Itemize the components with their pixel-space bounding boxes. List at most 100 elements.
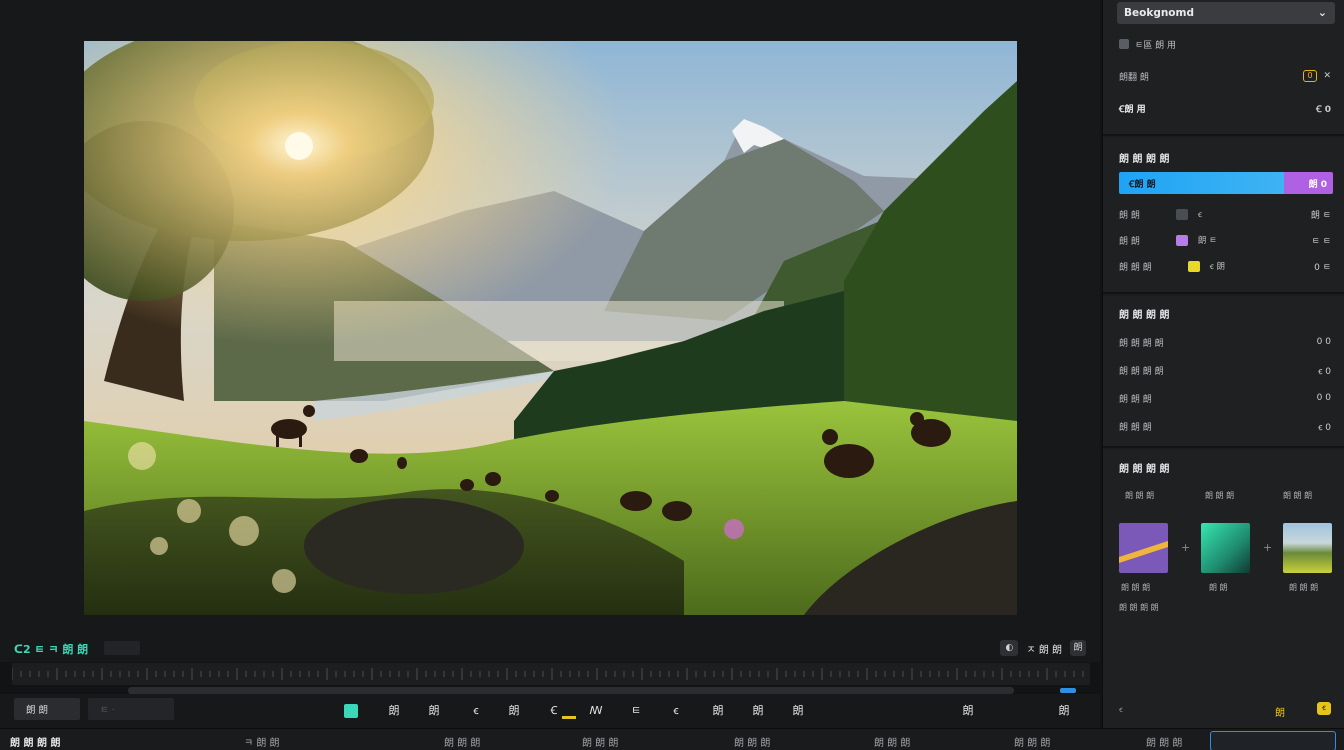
share-icon[interactable]: 朗 bbox=[1054, 702, 1074, 720]
plus-icon: + bbox=[1263, 541, 1273, 554]
tab-1[interactable]: 朗 朗 朗 朗 bbox=[10, 734, 60, 749]
arrow-tool-icon[interactable]: 朗 bbox=[504, 702, 524, 720]
gradient-stop-blue[interactable]: Ꞓ朗 朗 bbox=[1119, 172, 1284, 194]
text-tool-icon[interactable]: ꟿ bbox=[586, 702, 606, 720]
effect-thumb-2[interactable] bbox=[1201, 523, 1250, 573]
adjust-value: 0 0 bbox=[1316, 337, 1331, 347]
left-field-label: 朗 朗 bbox=[26, 705, 49, 716]
pen-tool-icon[interactable]: 朗 bbox=[424, 702, 444, 720]
background-row-1[interactable]: ㅌ區 朗 用 bbox=[1119, 36, 1331, 52]
background-dropdown-label: Beokgnomd bbox=[1124, 7, 1194, 19]
stop-label: 朗 朗 朗 bbox=[1119, 262, 1152, 273]
effects-title: 朗 朗 朗 朗 bbox=[1119, 464, 1170, 475]
effect-thumb-1[interactable] bbox=[1119, 523, 1168, 573]
stop-mid: ꞓ 朗 bbox=[1209, 262, 1226, 272]
tab-6[interactable]: 朗 朗 朗 bbox=[874, 734, 910, 749]
chevron-down-icon: ⌄ bbox=[1317, 6, 1327, 19]
image-canvas[interactable] bbox=[84, 41, 1017, 615]
tab-8[interactable]: 朗 朗 朗 bbox=[1146, 734, 1182, 749]
background-row-label: ㅌ區 朗 用 bbox=[1135, 40, 1177, 51]
select-tool-icon[interactable] bbox=[344, 704, 358, 718]
background-dropdown[interactable]: Beokgnomd ⌄ bbox=[1117, 2, 1335, 24]
timeline-right-extra[interactable]: 朗 bbox=[1070, 640, 1086, 656]
stop-mid: ꞓ bbox=[1197, 209, 1202, 220]
adjust-panel: 朗 朗 朗 朗 朗 朗 朗 朗 0 0 朗 朗 朗 朗 ꞓ 0 朗 朗 朗 0 … bbox=[1103, 296, 1344, 448]
effect-thumb-3[interactable] bbox=[1283, 523, 1332, 573]
gradient-panel: 朗 朗 朗 朗 Ꞓ朗 朗 朗 0 朗 朗 ꞓ 朗 ㅌ 朗 朗 朗 ㅌ ㅌ ㅌ 朗… bbox=[1103, 138, 1344, 294]
settings-icon[interactable]: ◐ bbox=[1000, 640, 1019, 656]
gradient-stop-row[interactable]: 朗 朗 朗 ㅌ ㅌ ㅌ bbox=[1119, 232, 1331, 248]
stop-mid: 朗 ㅌ bbox=[1197, 236, 1217, 246]
gradient-stop-purple[interactable]: 朗 0 bbox=[1284, 172, 1333, 194]
timeline-name[interactable]: ᑕ2 ㅌ ㅋ 朗 朗 bbox=[14, 641, 88, 657]
canvas-workspace bbox=[0, 0, 1100, 662]
effect-header: 朗 朗 朗 bbox=[1205, 491, 1235, 500]
adjust-label: 朗 朗 朗 bbox=[1119, 394, 1152, 405]
effect-header: 朗 朗 朗 bbox=[1283, 491, 1313, 500]
adjust-value: 0 0 bbox=[1316, 393, 1331, 403]
shape-tool-icon[interactable]: 朗 bbox=[748, 702, 768, 720]
stop-value: 朗 ㅌ bbox=[1310, 210, 1331, 221]
link-icon[interactable]: 0 bbox=[1303, 70, 1317, 82]
ruler-ticks bbox=[12, 668, 1084, 680]
gradient-stop-row[interactable]: 朗 朗 ꞓ 朗 ㅌ bbox=[1119, 206, 1331, 222]
adjust-row[interactable]: 朗 朗 朗 朗 ꞓ 0 bbox=[1119, 362, 1331, 378]
brush-tool-icon[interactable]: ㅌ bbox=[626, 702, 646, 720]
layers-tool-icon[interactable]: 朗 bbox=[788, 702, 808, 720]
tab-5[interactable]: 朗 朗 朗 bbox=[734, 734, 770, 749]
stop-label: 朗 朗 bbox=[1119, 236, 1140, 247]
frame-tool-icon[interactable]: ꞓ bbox=[666, 702, 686, 720]
active-tool-indicator bbox=[562, 716, 576, 719]
stop-value: ㅌ ㅌ bbox=[1311, 236, 1331, 247]
tab-2[interactable]: ㅋ 朗 朗 bbox=[244, 734, 280, 749]
timeline-ruler[interactable] bbox=[12, 663, 1090, 685]
background-row-label: 朗翻 朗 bbox=[1119, 72, 1149, 83]
adjust-row[interactable]: 朗 朗 朗 朗 0 0 bbox=[1119, 334, 1331, 350]
bottom-tab-bar: 朗 朗 朗 朗 ㅋ 朗 朗 朗 朗 朗 朗 朗 朗 朗 朗 朗 朗 朗 朗 朗 … bbox=[0, 728, 1344, 750]
gradient-title: 朗 朗 朗 朗 bbox=[1119, 154, 1170, 165]
settings-icon[interactable]: ꞓ bbox=[1119, 704, 1123, 715]
effect-header: 朗 朗 朗 bbox=[1125, 491, 1155, 500]
effect-caption: 朗 朗 bbox=[1209, 583, 1228, 592]
adjust-label: 朗 朗 朗 朗 bbox=[1119, 338, 1164, 349]
background-panel: Beokgnomd ⌄ ㅌ區 朗 用 朗翻 朗 0 ✕ Ꞓ朗 用 Ꞓ 0 bbox=[1103, 0, 1344, 136]
color-swatch[interactable] bbox=[1175, 234, 1188, 246]
timeline-right-label[interactable]: ㅈ 朗 朗 bbox=[1026, 641, 1062, 656]
divider-tool-icon[interactable]: 朗 bbox=[958, 702, 978, 720]
timeline-scrollbar[interactable] bbox=[128, 687, 1014, 694]
tab-4[interactable]: 朗 朗 朗 bbox=[582, 734, 618, 749]
adjust-value: ꞓ 0 bbox=[1318, 422, 1331, 433]
adjust-row[interactable]: 朗 朗 朗 ꞓ 0 bbox=[1119, 418, 1331, 434]
close-icon[interactable]: ✕ bbox=[1323, 71, 1331, 81]
color-swatch[interactable] bbox=[1187, 260, 1200, 272]
effect-caption: 朗 朗 朗 bbox=[1289, 583, 1319, 592]
background-row-2[interactable]: 朗翻 朗 0 ✕ bbox=[1119, 68, 1331, 84]
palette-tool-icon[interactable]: 朗 bbox=[708, 702, 728, 720]
timeline-ghost-field bbox=[104, 641, 140, 655]
effects-footer: 朗 朗 朗 朗 bbox=[1119, 603, 1159, 612]
adjust-value: ꞓ 0 bbox=[1318, 366, 1331, 377]
selected-tab-field[interactable] bbox=[1210, 731, 1336, 750]
placeholder-field[interactable]: ㅌ · bbox=[88, 698, 174, 720]
image-icon bbox=[1119, 39, 1129, 49]
effect-caption: 朗 朗 朗 bbox=[1121, 583, 1151, 592]
adjust-label: 朗 朗 朗 bbox=[1119, 422, 1152, 433]
gradient-bar[interactable]: Ꞓ朗 朗 朗 0 bbox=[1119, 172, 1333, 194]
export-icon[interactable]: ꞓ bbox=[1317, 702, 1331, 715]
effects-panel: 朗 朗 朗 朗 朗 朗 朗 朗 朗 朗 朗 朗 朗 + + 朗 朗 朗 朗 朗 … bbox=[1103, 450, 1344, 728]
timeline-controls: ◐ ㅈ 朗 朗 朗 bbox=[1000, 640, 1086, 656]
background-row-label: Ꞓ朗 用 bbox=[1119, 104, 1146, 115]
left-field-button[interactable]: 朗 朗 bbox=[14, 698, 80, 720]
grid-tool-icon[interactable]: 朗 bbox=[384, 702, 404, 720]
curve-tool-icon[interactable]: Ꞓ bbox=[544, 702, 564, 720]
adjust-row[interactable]: 朗 朗 朗 0 0 bbox=[1119, 390, 1331, 406]
scroll-marker bbox=[1060, 688, 1076, 693]
crop-tool-icon[interactable]: ꞓ bbox=[466, 702, 486, 720]
gradient-stop-row[interactable]: 朗 朗 朗 ꞓ 朗 0 ㅌ bbox=[1119, 258, 1331, 274]
stop-label: 朗 朗 bbox=[1119, 210, 1140, 221]
tab-3[interactable]: 朗 朗 朗 bbox=[444, 734, 480, 749]
tab-7[interactable]: 朗 朗 朗 bbox=[1014, 734, 1050, 749]
grid-icon[interactable]: 朗 bbox=[1275, 704, 1285, 719]
inspector-panel: Beokgnomd ⌄ ㅌ區 朗 用 朗翻 朗 0 ✕ Ꞓ朗 用 Ꞓ 0 朗 朗… bbox=[1102, 0, 1344, 728]
background-row-3[interactable]: Ꞓ朗 用 Ꞓ 0 bbox=[1119, 100, 1331, 116]
